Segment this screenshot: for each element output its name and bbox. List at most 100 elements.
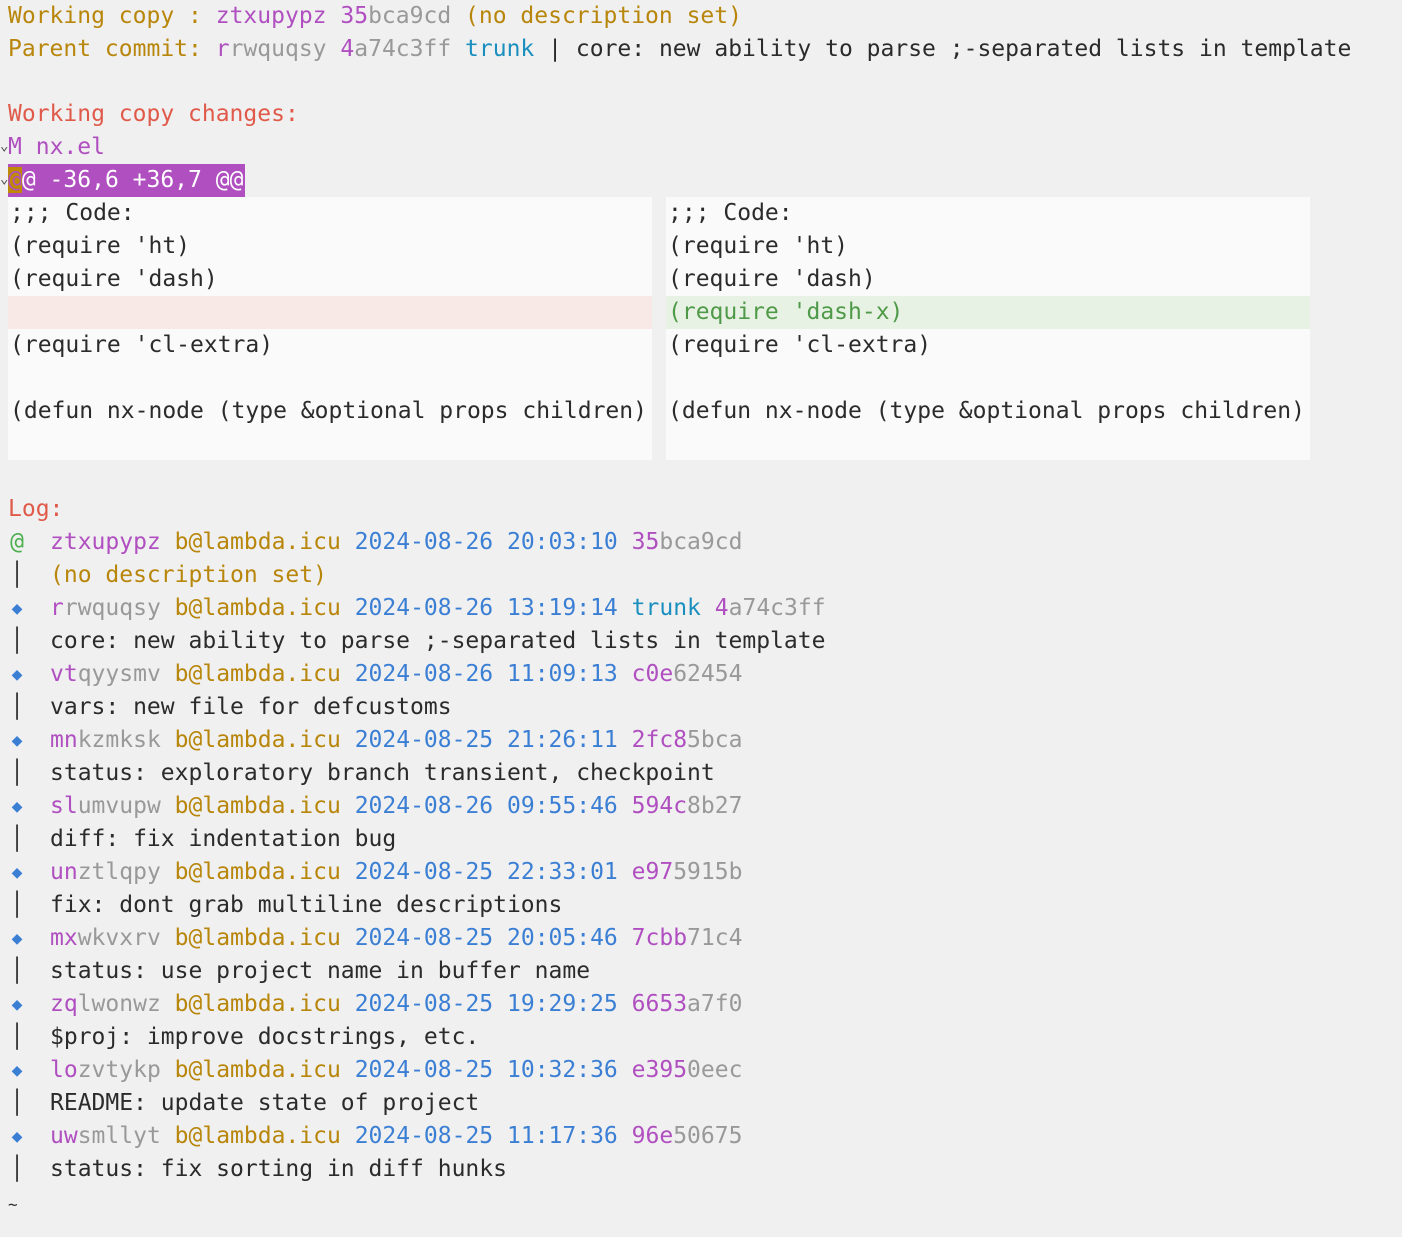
commit-date: 2024-08-26 11:09:13 [354, 661, 618, 687]
change-id-prefix[interactable]: sl [50, 793, 78, 819]
commit-id-prefix[interactable]: c0e [632, 661, 674, 687]
diff-right-pane: ;;; Code: (require 'ht) (require 'dash) … [666, 197, 1310, 460]
log-entry-header[interactable]: ztxupypz b@lambda.icu 2024-08-26 20:03:1… [50, 526, 742, 559]
log-entry-header[interactable]: slumvupw b@lambda.icu 2024-08-26 09:55:4… [50, 790, 742, 823]
graph-edge-icon: │ [10, 892, 24, 918]
parent-change-id-prefix[interactable]: r [216, 36, 230, 62]
commit-id-prefix[interactable]: e395 [632, 1057, 687, 1083]
cursor: @ [8, 167, 22, 193]
graph-edge-icon: │ [10, 562, 24, 588]
commit-date: 2024-08-26 13:19:14 [354, 595, 618, 621]
author-email: b@lambda.icu [174, 1123, 341, 1149]
commit-id-rest: 5915b [673, 859, 743, 885]
log-entry-header[interactable]: mnkzmksk b@lambda.icu 2024-08-25 21:26:1… [50, 724, 742, 757]
change-id-rest: rwquqsy [63, 595, 161, 621]
commit-id-prefix[interactable]: 594c [632, 793, 687, 819]
change-id-rest: smllyt [77, 1123, 161, 1149]
commit-date: 2024-08-25 19:29:25 [354, 991, 618, 1017]
change-id-prefix[interactable]: mx [50, 925, 78, 951]
log-entry-header[interactable]: unztlqpy b@lambda.icu 2024-08-25 22:33:0… [50, 856, 742, 889]
commit-id-rest: a7f0 [687, 991, 743, 1017]
working-copy-label: Working copy : [8, 3, 202, 29]
wc-change-id[interactable]: ztxupypz [216, 3, 327, 29]
commit-node-icon: ◆ [11, 730, 23, 751]
author-email: b@lambda.icu [174, 529, 341, 555]
commit-date: 2024-08-25 21:26:11 [354, 727, 618, 753]
change-id-prefix[interactable]: uw [50, 1123, 78, 1149]
graph-edge-icon: │ [10, 628, 24, 654]
log-entry-description: core: new ability to parse ;-separated l… [50, 628, 826, 654]
bookmark[interactable]: trunk [632, 595, 701, 621]
diff-line: (require 'cl-extra) [10, 332, 274, 358]
diff-line [666, 428, 1310, 461]
commit-node-icon: ◆ [11, 1060, 23, 1081]
diff-line: (require 'ht) [10, 233, 191, 259]
commit-id-rest: 5bca [687, 727, 743, 753]
parent-description: core: new ability to parse ;-separated l… [575, 36, 1352, 62]
log-entry-description: status: fix sorting in diff hunks [50, 1156, 507, 1182]
graph-edge-icon: │ [10, 1156, 24, 1182]
change-id-prefix[interactable]: un [50, 859, 78, 885]
file-name[interactable]: nx.el [36, 134, 105, 160]
commit-date: 2024-08-25 20:05:46 [354, 925, 618, 951]
working-copy-line: Working copy : ztxupypz 35bca9cd (no des… [8, 0, 742, 33]
log-entry-header[interactable]: lozvtykp b@lambda.icu 2024-08-25 10:32:3… [50, 1054, 742, 1087]
log-end-marker: ~ [8, 1195, 18, 1214]
commit-node-icon: ◆ [11, 796, 23, 817]
wc-commit-id-prefix[interactable]: 35 [340, 3, 368, 29]
hunk-header[interactable]: @@ -36,6 +36,7 @@ [8, 164, 246, 197]
log-entry-header[interactable]: zqlwonwz b@lambda.icu 2024-08-25 19:29:2… [50, 988, 742, 1021]
change-id-prefix[interactable]: zq [50, 991, 78, 1017]
parent-commit-id-prefix[interactable]: 4 [340, 36, 354, 62]
log-entry-description: $proj: improve docstrings, etc. [50, 1024, 480, 1050]
commit-date: 2024-08-25 22:33:01 [354, 859, 618, 885]
log-entry-header[interactable]: vtqyysmv b@lambda.icu 2024-08-26 11:09:1… [50, 658, 742, 691]
commit-id-prefix[interactable]: 6653 [632, 991, 687, 1017]
commit-date: 2024-08-26 20:03:10 [354, 529, 618, 555]
commit-id-prefix[interactable]: 7cbb [632, 925, 687, 951]
change-id-rest: ztlqpy [77, 859, 161, 885]
diff-line: (defun nx-node (type &optional props chi… [10, 398, 647, 424]
log-entry-description: diff: fix indentation bug [50, 826, 397, 852]
change-id-prefix[interactable]: r [50, 595, 64, 621]
log-entry-description: vars: new file for defcustoms [50, 694, 452, 720]
graph-edge-icon: │ [10, 760, 24, 786]
log-entry-header[interactable]: rrwquqsy b@lambda.icu 2024-08-26 13:19:1… [50, 592, 826, 625]
commit-id-prefix[interactable]: 4 [715, 595, 729, 621]
commit-id-prefix[interactable]: e97 [632, 859, 674, 885]
wc-description: (no description set) [465, 3, 742, 29]
change-id-prefix[interactable]: mn [50, 727, 78, 753]
working-copy-node-icon: @ [10, 529, 24, 555]
change-id-prefix[interactable]: ztxupypz [50, 529, 161, 555]
graph-edge-icon: │ [10, 826, 24, 852]
parent-label: Parent commit: [8, 36, 202, 62]
log-entry-header[interactable]: mxwkvxrv b@lambda.icu 2024-08-25 20:05:4… [50, 922, 742, 955]
change-id-rest: kzmksk [77, 727, 161, 753]
diff-line: (require 'cl-extra) [668, 332, 932, 358]
change-id-rest: lwonwz [77, 991, 161, 1017]
diff-line: (require 'dash) [668, 266, 876, 292]
author-email: b@lambda.icu [174, 727, 341, 753]
file-status: M [8, 134, 22, 160]
diff-left-pane: ;;; Code: (require 'ht) (require 'dash) … [8, 197, 652, 460]
log-entry-header[interactable]: uwsmllyt b@lambda.icu 2024-08-25 11:17:3… [50, 1120, 742, 1153]
changed-file-row[interactable]: M nx.el [8, 131, 105, 164]
commit-id-prefix[interactable]: 2fc8 [632, 727, 687, 753]
commit-id-prefix[interactable]: 96e [632, 1123, 674, 1149]
author-email: b@lambda.icu [174, 793, 341, 819]
commit-id-prefix[interactable]: 35 [632, 529, 660, 555]
commit-date: 2024-08-25 10:32:36 [354, 1057, 618, 1083]
change-id-rest: qyysmv [77, 661, 161, 687]
parent-bookmark[interactable]: trunk [465, 36, 534, 62]
log-entry-description: (no description set) [50, 562, 327, 588]
commit-node-icon: ◆ [11, 862, 23, 883]
commit-id-rest: 71c4 [687, 925, 743, 951]
commit-id-rest: 0eec [687, 1057, 743, 1083]
author-email: b@lambda.icu [174, 595, 341, 621]
diff-line [8, 428, 652, 461]
changes-title: Working copy changes: [8, 101, 299, 127]
diff-line-removed-placeholder [8, 296, 652, 329]
diff-line: (require 'ht) [668, 233, 849, 259]
change-id-prefix[interactable]: vt [50, 661, 78, 687]
change-id-prefix[interactable]: lo [50, 1057, 78, 1083]
